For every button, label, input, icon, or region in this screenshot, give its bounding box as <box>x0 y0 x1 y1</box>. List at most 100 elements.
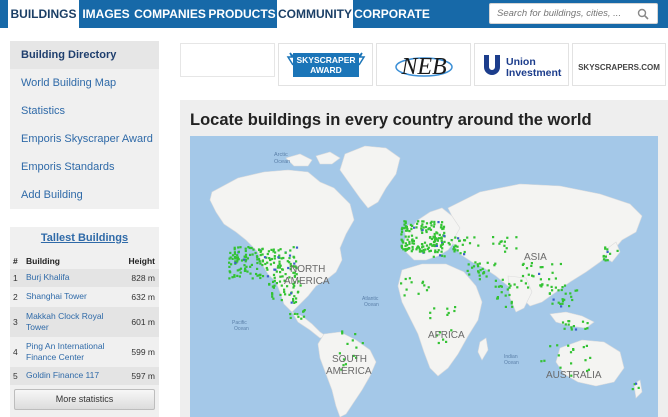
building-marker[interactable] <box>244 249 247 253</box>
building-marker[interactable] <box>560 305 563 308</box>
building-marker[interactable] <box>250 246 253 250</box>
banner-neb[interactable]: NEB <box>376 43 471 86</box>
building-marker[interactable] <box>447 311 450 315</box>
building-marker[interactable] <box>286 260 289 263</box>
building-marker[interactable] <box>270 248 273 251</box>
building-marker[interactable] <box>606 248 609 251</box>
building-marker[interactable] <box>245 256 248 259</box>
building-marker[interactable] <box>494 279 497 282</box>
building-marker[interactable] <box>288 254 292 257</box>
building-marker[interactable] <box>432 255 435 258</box>
building-marker[interactable] <box>532 275 535 278</box>
building-marker[interactable] <box>246 270 249 273</box>
building-marker[interactable] <box>268 283 271 286</box>
building-marker[interactable] <box>551 271 554 274</box>
building-marker[interactable] <box>468 273 471 276</box>
building-marker[interactable] <box>515 236 518 239</box>
building-marker[interactable] <box>463 253 466 256</box>
building-marker[interactable] <box>257 248 261 251</box>
building-marker[interactable] <box>266 268 269 271</box>
building-marker[interactable] <box>559 366 562 369</box>
building-marker[interactable] <box>543 359 546 362</box>
sidebar-item-statistics[interactable]: Statistics <box>10 97 159 125</box>
building-link[interactable]: Shanghai Tower <box>26 291 118 302</box>
building-marker[interactable] <box>570 326 573 329</box>
building-marker[interactable] <box>256 267 259 270</box>
building-marker[interactable] <box>563 327 566 330</box>
building-marker[interactable] <box>548 292 551 295</box>
building-marker[interactable] <box>256 258 259 261</box>
building-marker[interactable] <box>439 244 443 247</box>
building-marker[interactable] <box>428 227 431 230</box>
building-marker[interactable] <box>559 262 562 266</box>
building-marker[interactable] <box>586 327 589 330</box>
building-marker[interactable] <box>237 250 240 253</box>
building-marker[interactable] <box>256 261 259 265</box>
building-marker[interactable] <box>504 250 507 253</box>
building-marker[interactable] <box>604 259 607 262</box>
building-marker[interactable] <box>245 265 248 268</box>
building-marker[interactable] <box>249 253 252 256</box>
building-marker[interactable] <box>229 251 232 254</box>
building-marker[interactable] <box>284 293 287 296</box>
building-marker[interactable] <box>584 327 587 330</box>
more-statistics-button[interactable]: More statistics <box>14 389 155 410</box>
building-marker[interactable] <box>266 261 269 264</box>
building-marker[interactable] <box>261 248 264 251</box>
building-marker[interactable] <box>302 310 305 313</box>
search-input[interactable] <box>490 4 630 23</box>
building-marker[interactable] <box>230 263 233 266</box>
building-marker[interactable] <box>424 248 427 251</box>
building-marker[interactable] <box>403 223 406 226</box>
building-marker[interactable] <box>509 284 512 287</box>
building-marker[interactable] <box>563 284 567 287</box>
building-marker[interactable] <box>458 239 461 242</box>
building-marker[interactable] <box>499 285 502 288</box>
building-marker[interactable] <box>233 248 236 251</box>
building-marker[interactable] <box>250 263 253 266</box>
building-marker[interactable] <box>430 220 433 223</box>
banner-blank[interactable] <box>180 43 275 77</box>
building-marker[interactable] <box>429 243 432 246</box>
building-marker[interactable] <box>416 246 419 249</box>
building-marker[interactable] <box>468 242 472 245</box>
building-marker[interactable] <box>492 242 495 245</box>
building-marker[interactable] <box>557 354 560 357</box>
building-marker[interactable] <box>430 224 433 227</box>
building-marker[interactable] <box>243 264 246 267</box>
building-marker[interactable] <box>516 286 519 289</box>
building-marker[interactable] <box>410 227 413 231</box>
building-marker[interactable] <box>252 248 255 251</box>
building-marker[interactable] <box>539 266 542 269</box>
building-marker[interactable] <box>284 251 287 254</box>
building-marker[interactable] <box>243 258 246 261</box>
building-marker[interactable] <box>228 257 231 260</box>
building-marker[interactable] <box>456 245 459 248</box>
building-marker[interactable] <box>443 231 446 234</box>
building-marker[interactable] <box>574 328 578 331</box>
building-marker[interactable] <box>477 244 480 247</box>
building-marker[interactable] <box>282 256 285 260</box>
tallest-buildings-link[interactable]: Tallest Buildings <box>10 232 159 244</box>
building-marker[interactable] <box>493 264 496 267</box>
building-marker[interactable] <box>432 225 435 228</box>
building-marker[interactable] <box>459 252 462 255</box>
building-marker[interactable] <box>549 345 552 348</box>
building-marker[interactable] <box>430 237 433 241</box>
building-marker[interactable] <box>238 275 241 278</box>
building-marker[interactable] <box>424 225 428 229</box>
building-marker[interactable] <box>482 271 486 274</box>
building-marker[interactable] <box>503 244 506 247</box>
building-marker[interactable] <box>233 275 236 278</box>
building-marker[interactable] <box>261 253 264 256</box>
building-marker[interactable] <box>499 240 502 243</box>
building-marker[interactable] <box>472 265 476 268</box>
building-marker[interactable] <box>404 229 408 232</box>
building-marker[interactable] <box>236 269 239 272</box>
building-marker[interactable] <box>466 269 469 272</box>
building-marker[interactable] <box>287 266 290 270</box>
building-marker[interactable] <box>259 276 262 280</box>
building-marker[interactable] <box>251 277 254 280</box>
building-marker[interactable] <box>270 257 274 261</box>
building-marker[interactable] <box>255 272 258 276</box>
